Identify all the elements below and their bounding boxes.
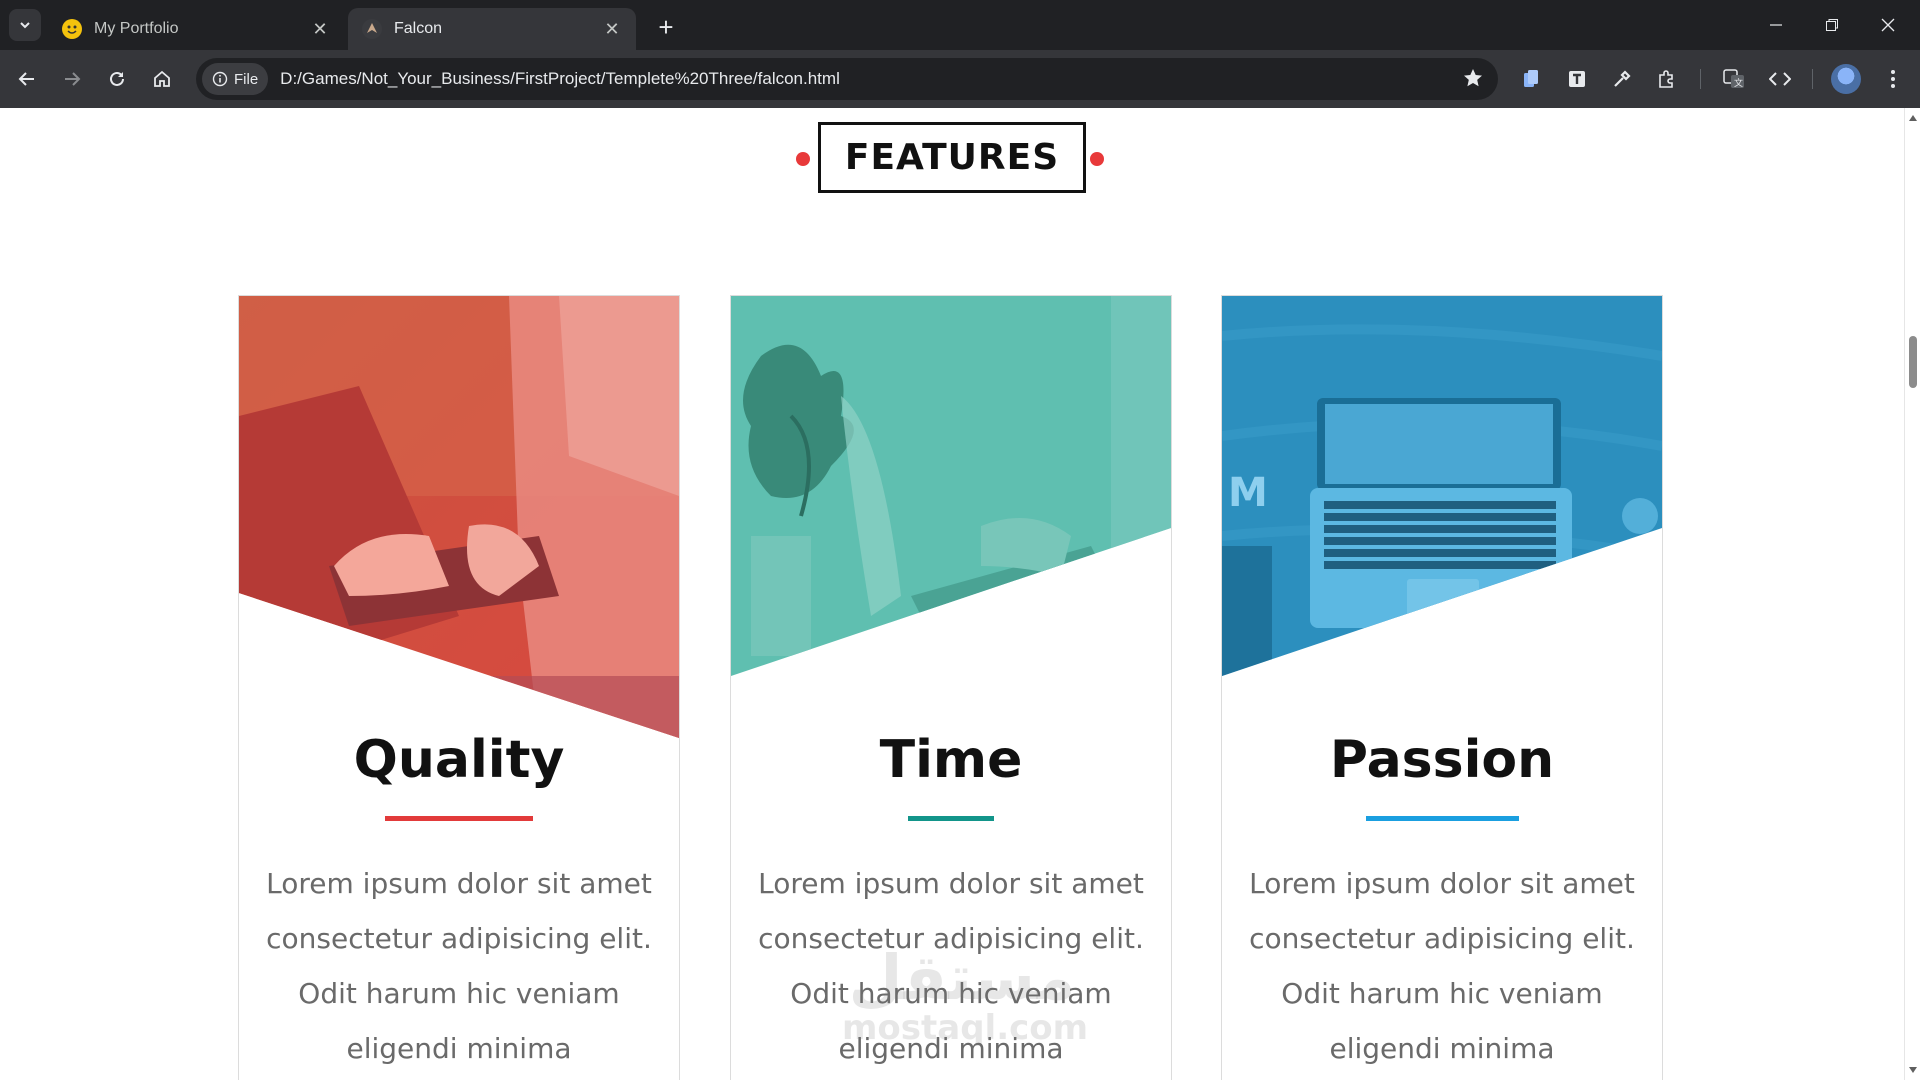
reload-icon [110,71,124,86]
home-icon [154,70,170,87]
site-chip-label: File [234,70,259,88]
back-button[interactable] [9,61,45,97]
tab-title: Falcon [394,20,443,37]
arrow-right-icon [65,72,81,86]
tab-falcon[interactable]: Falcon ✕ [348,8,636,50]
svg-text:M: M [1228,470,1268,516]
card-title-underline [908,816,994,821]
home-button[interactable] [144,61,180,97]
arrow-left-icon [18,72,34,86]
card-image-laptop-woman [239,296,679,738]
forward-button[interactable] [54,61,90,97]
chevron-down-icon [20,22,30,29]
reload-button[interactable] [99,61,135,97]
feature-card-quality: Quality Lorem ipsum dolor sit amet conse… [238,295,680,1080]
tab-my-portfolio[interactable]: My Portfolio ✕ [48,8,344,50]
tab-strip: My Portfolio ✕ Falcon ✕ + [0,0,1920,50]
translate-icon[interactable]: 文 [1717,62,1751,96]
address-bar[interactable]: File D:/Games/Not_Your_Business/FirstPro… [196,58,1498,100]
page-scrollbar[interactable] [1904,108,1920,1080]
plus-icon: + [658,11,674,42]
features-heading-wrap: FEATURES [0,122,1904,193]
svg-text:文: 文 [1734,77,1743,89]
restore-icon [1826,19,1838,31]
close-window-button[interactable] [1868,8,1908,42]
falcon-favicon-icon [362,19,382,39]
scroll-down-arrow-icon[interactable] [1908,1065,1918,1075]
card-title: Quality [353,730,565,790]
site-info-button[interactable]: File [202,63,269,95]
smiley-favicon-icon [62,19,82,39]
files-extension-icon[interactable] [1514,62,1548,96]
card-title-underline [385,816,533,821]
card-image-laptop-top-view: M [1222,296,1662,676]
feature-card-time: Time Lorem ipsum dolor sit amet consecte… [730,295,1172,1080]
toolbar-divider [1812,69,1813,89]
close-tab-icon[interactable]: ✕ [602,19,622,39]
url-text[interactable]: D:/Games/Not_Your_Business/FirstProject/… [280,69,840,89]
tab-title: My Portfolio [94,20,179,37]
profile-avatar[interactable] [1831,64,1861,94]
toolbar-divider [1700,69,1701,89]
tab-search-button[interactable] [9,9,41,41]
card-title: Time [879,730,1023,790]
card-title-underline [1366,816,1519,821]
page-viewport: FEATURES Quality Lorem ipsum dolor sit a… [0,108,1904,1080]
card-image-plant-desk [731,296,1171,676]
devtools-code-icon[interactable] [1763,62,1797,96]
features-heading: FEATURES [817,122,1087,193]
color-picker-icon[interactable] [1605,62,1639,96]
card-title: Passion [1329,730,1555,790]
new-tab-button[interactable]: + [652,11,680,42]
minimize-icon [1770,24,1782,26]
browser-toolbar: File D:/Games/Not_Your_Business/FirstPro… [0,50,1920,108]
card-text: Lorem ipsum dolor sit amet consectetur a… [1249,867,1635,1065]
reader-extension-icon[interactable] [1560,62,1594,96]
card-text: Lorem ipsum dolor sit amet consectetur a… [758,867,1144,1065]
more-menu-icon[interactable] [1876,62,1910,96]
card-text: Lorem ipsum dolor sit amet consectetur a… [266,867,652,1065]
scrollbar-thumb[interactable] [1909,336,1917,388]
extensions-puzzle-icon[interactable] [1650,62,1684,96]
close-icon [1881,18,1895,32]
minimize-button[interactable] [1756,8,1796,42]
close-tab-icon[interactable]: ✕ [310,19,330,39]
scroll-up-arrow-icon[interactable] [1908,113,1918,123]
restore-button[interactable] [1812,8,1852,42]
info-icon [212,71,228,87]
feature-card-passion: M Passion Lorem ipsum dolor sit amet con… [1221,295,1663,1080]
title-dot-right [1090,152,1104,166]
bookmark-star-icon[interactable] [1462,67,1484,94]
